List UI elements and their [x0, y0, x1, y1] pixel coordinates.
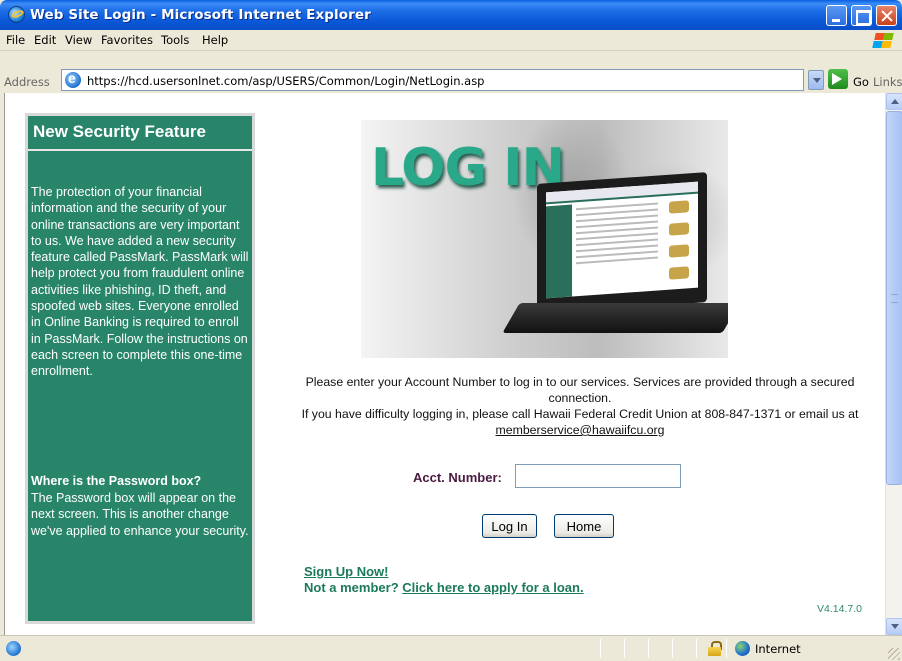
minimize-button[interactable] — [826, 5, 847, 26]
menu-favorites[interactable]: Favorites — [101, 33, 153, 47]
address-url[interactable]: https://hcd.usersonlnet.com/asp/USERS/Co… — [87, 74, 484, 88]
resize-grip[interactable] — [888, 648, 900, 660]
scroll-thumb[interactable] — [886, 111, 902, 485]
login-instructions: Please enter your Account Number to log … — [295, 374, 865, 438]
not-member-text: Not a member? — [304, 580, 403, 595]
window-title: Web Site Login - Microsoft Internet Expl… — [30, 7, 371, 23]
hero-title: LOG IN — [371, 138, 565, 198]
address-label: Address — [4, 75, 50, 89]
not-member-line: Not a member? Click here to apply for a … — [304, 580, 584, 595]
scroll-down-button[interactable] — [886, 618, 902, 635]
version-label: V4.14.7.0 — [817, 603, 862, 615]
status-bar: Internet — [0, 635, 902, 661]
email-link[interactable]: memberservice@hawaiifcu.org — [496, 423, 665, 437]
links-button[interactable]: Links — [873, 75, 902, 89]
home-button[interactable]: Home — [554, 514, 614, 538]
menu-bar: File Edit View Favorites Tools Help — [0, 30, 902, 51]
title-bar: Web Site Login - Microsoft Internet Expl… — [0, 0, 902, 30]
page-status-icon — [6, 641, 21, 656]
laptop-keyboard — [502, 303, 728, 333]
vertical-scrollbar[interactable] — [885, 93, 902, 635]
panel-title: New Security Feature — [33, 122, 206, 141]
acct-number-label: Acct. Number: — [413, 470, 502, 485]
lock-icon — [708, 641, 722, 656]
address-input[interactable]: https://hcd.usersonlnet.com/asp/USERS/Co… — [61, 69, 804, 91]
panel-divider — [28, 149, 252, 151]
windows-logo-icon — [870, 32, 894, 49]
ie-icon — [8, 6, 25, 23]
address-bar: Address https://hcd.usersonlnet.com/asp/… — [0, 51, 902, 93]
page-content: New Security Feature The protection of y… — [4, 93, 885, 635]
login-button[interactable]: Log In — [482, 514, 537, 538]
panel-body-text: The protection of your financial informa… — [31, 185, 249, 379]
scroll-up-button[interactable] — [886, 93, 902, 110]
internet-zone-icon — [735, 641, 750, 656]
menu-file[interactable]: File — [6, 33, 25, 47]
laptop-icon — [537, 172, 707, 314]
loan-application-link[interactable]: Click here to apply for a loan. — [402, 580, 583, 595]
instructions-line-2: If you have difficulty logging in, pleas… — [301, 407, 859, 421]
acct-number-input[interactable] — [515, 464, 681, 488]
menu-tools[interactable]: Tools — [161, 33, 189, 47]
security-zone-label: Internet — [755, 642, 801, 656]
address-dropdown-button[interactable] — [808, 70, 824, 90]
instructions-line-1: Please enter your Account Number to log … — [305, 375, 855, 405]
maximize-button[interactable] — [851, 5, 872, 26]
go-button[interactable]: Go — [853, 75, 869, 89]
menu-help[interactable]: Help — [202, 33, 228, 47]
page-icon — [65, 70, 81, 88]
panel-subheading: Where is the Password box? — [31, 474, 202, 488]
go-arrow-icon[interactable] — [828, 69, 848, 89]
menu-edit[interactable]: Edit — [34, 33, 56, 47]
security-feature-panel: New Security Feature The protection of y… — [25, 113, 255, 624]
signup-link[interactable]: Sign Up Now! — [304, 564, 389, 579]
menu-view[interactable]: View — [65, 33, 92, 47]
panel-body-text-2: The Password box will appear on the next… — [31, 491, 249, 538]
close-button[interactable] — [876, 5, 897, 26]
login-hero-image: LOG IN — [361, 120, 728, 358]
